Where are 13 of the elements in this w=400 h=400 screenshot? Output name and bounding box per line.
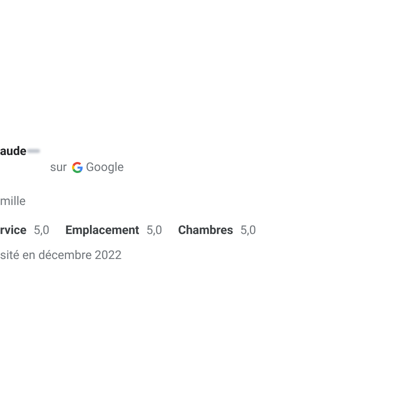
source-name: Google (86, 159, 124, 176)
author-name: aude (0, 143, 26, 160)
rating-value: 5,0 (146, 222, 162, 239)
rating-label: Chambres (178, 222, 234, 239)
redacted-blur (27, 149, 40, 153)
visit-date: sité en décembre 2022 (0, 247, 123, 262)
trip-type: mille (0, 193, 27, 208)
rating-label: rvice (0, 222, 26, 239)
google-icon (72, 162, 83, 172)
rating-value: 5,0 (240, 222, 256, 239)
rating-value: 5,0 (33, 222, 50, 239)
rating-label: Emplacement (65, 222, 140, 239)
source-prefix: sur (50, 159, 67, 176)
